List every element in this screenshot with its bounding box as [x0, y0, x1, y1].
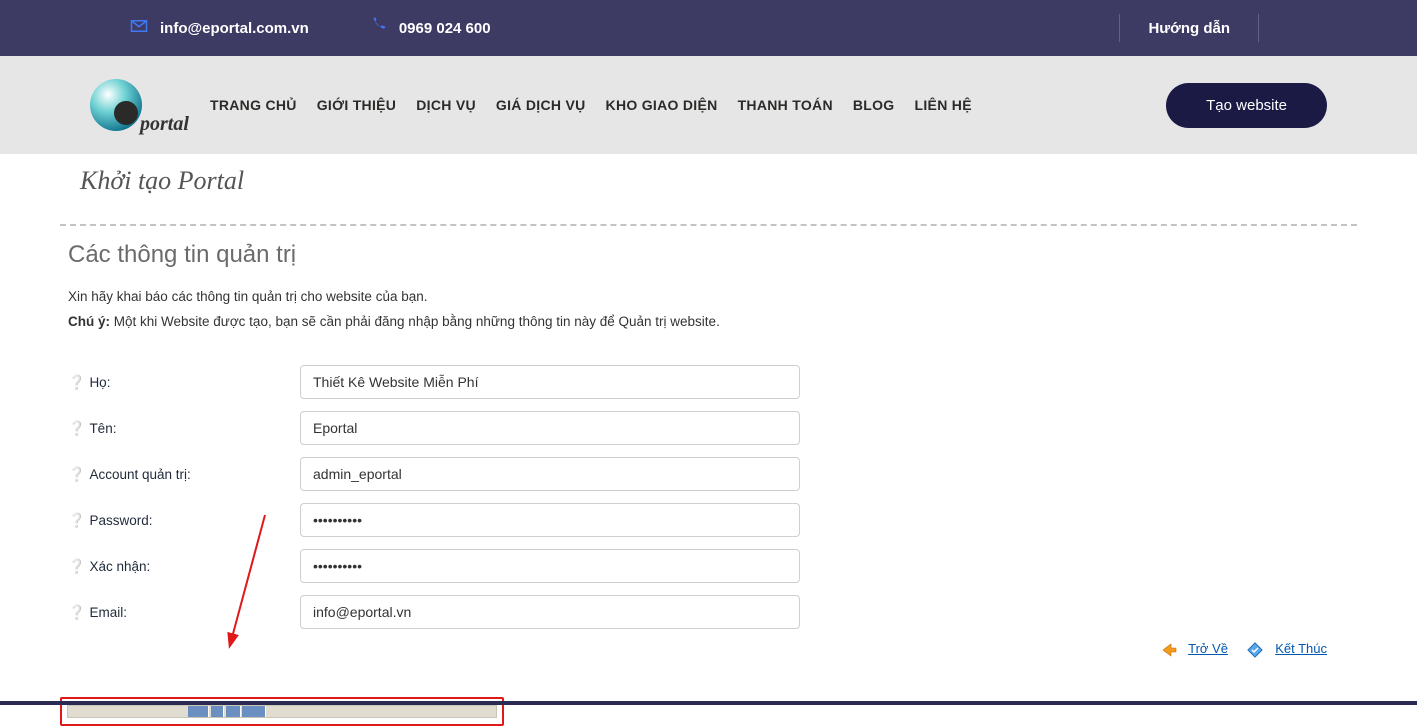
logo[interactable]: portal — [90, 70, 200, 140]
admin-form: ❔ Họ: ❔ Tên: ❔ Account quản trị: ❔ Password: ❔ Xá… — [68, 365, 1357, 629]
contact-phone-text: 0969 024 600 — [399, 20, 491, 37]
label-text: Email: — [89, 605, 127, 620]
nav-item-6[interactable]: BLOG — [853, 97, 895, 113]
finish-diamond-icon — [1246, 641, 1264, 659]
label-text: Tên: — [89, 421, 116, 436]
note-label: Chú ý: — [68, 314, 110, 329]
help-icon[interactable]: ❔ — [68, 604, 85, 621]
nav-item-1[interactable]: GIỚI THIỆU — [317, 97, 397, 113]
main-nav: portal TRANG CHỦ GIỚI THIỆU DỊCH VỤ GIÁ DỊC… — [0, 56, 1417, 154]
form-row: ❔ Account quản trị: — [68, 457, 1357, 491]
label-text: Password: — [89, 513, 152, 528]
form-row: ❔ Xác nhận: — [68, 549, 1357, 583]
nav-item-4[interactable]: KHO GIAO DIỆN — [606, 97, 718, 113]
progress-bar — [67, 705, 497, 718]
divider — [1258, 14, 1259, 42]
field-label: ❔ Tên: — [68, 420, 300, 437]
progress-segment — [188, 706, 209, 717]
help-icon[interactable]: ❔ — [68, 374, 85, 391]
nav-menu: TRANG CHỦ GIỚI THIỆU DỊCH VỤ GIÁ DỊCH VỤ KHO… — [210, 97, 972, 113]
confirm-password-input[interactable] — [300, 549, 800, 583]
divider-dotted — [60, 224, 1357, 226]
back-link[interactable]: Trở Về — [1188, 641, 1228, 656]
phone-icon — [369, 17, 387, 39]
wizard-nav: Trở Về Kết Thúc — [60, 641, 1357, 669]
progress-segment — [226, 706, 241, 717]
field-label: ❔ Họ: — [68, 374, 300, 391]
help-icon[interactable]: ❔ — [68, 558, 85, 575]
nav-item-2[interactable]: DỊCH VỤ — [416, 97, 476, 113]
help-icon[interactable]: ❔ — [68, 466, 85, 483]
help-icon[interactable]: ❔ — [68, 512, 85, 529]
bottom-bar — [0, 701, 1417, 705]
form-row: ❔ Tên: — [68, 411, 1357, 445]
guide-link[interactable]: Hướng dẫn — [1148, 20, 1230, 37]
field-label: ❔ Email: — [68, 604, 300, 621]
label-text: Account quản trị: — [89, 467, 190, 482]
contact-email[interactable]: info@eportal.com.vn — [130, 17, 309, 39]
lastname-input[interactable] — [300, 365, 800, 399]
label-text: Xác nhận: — [89, 559, 150, 574]
note-text: Chú ý: Một khi Website được tạo, bạn sẽ … — [68, 314, 1357, 329]
contact-email-text: info@eportal.com.vn — [160, 20, 309, 37]
nav-item-7[interactable]: LIÊN HỆ — [915, 97, 972, 113]
page-title: Khởi tạo Portal — [80, 166, 1357, 196]
back-arrow-icon — [1161, 642, 1177, 658]
section-title: Các thông tin quản trị — [68, 241, 1357, 269]
mail-icon — [130, 17, 148, 39]
contact-phone[interactable]: 0969 024 600 — [369, 17, 491, 39]
field-label: ❔ Xác nhận: — [68, 558, 300, 575]
progress-segment — [211, 706, 224, 717]
field-label: ❔ Password: — [68, 512, 300, 529]
topbar: info@eportal.com.vn 0969 024 600 Hướng d… — [0, 0, 1417, 56]
divider — [1119, 14, 1120, 42]
create-website-button[interactable]: Tạo website — [1166, 83, 1327, 128]
admin-account-input[interactable] — [300, 457, 800, 491]
nav-item-0[interactable]: TRANG CHỦ — [210, 97, 297, 113]
finish-link[interactable]: Kết Thúc — [1275, 641, 1327, 656]
nav-item-3[interactable]: GIÁ DỊCH VỤ — [496, 97, 586, 113]
firstname-input[interactable] — [300, 411, 800, 445]
form-row: ❔ Họ: — [68, 365, 1357, 399]
form-row: ❔ Email: — [68, 595, 1357, 629]
field-label: ❔ Account quản trị: — [68, 466, 300, 483]
email-input[interactable] — [300, 595, 800, 629]
password-input[interactable] — [300, 503, 800, 537]
form-row: ❔ Password: — [68, 503, 1357, 537]
progress-segment — [242, 706, 266, 717]
help-icon[interactable]: ❔ — [68, 420, 85, 437]
note-body: Một khi Website được tạo, bạn sẽ cần phả… — [110, 314, 720, 329]
label-text: Họ: — [89, 375, 110, 390]
intro-text: Xin hãy khai báo các thông tin quản trị … — [68, 289, 1357, 304]
nav-item-5[interactable]: THANH TOÁN — [738, 97, 833, 113]
